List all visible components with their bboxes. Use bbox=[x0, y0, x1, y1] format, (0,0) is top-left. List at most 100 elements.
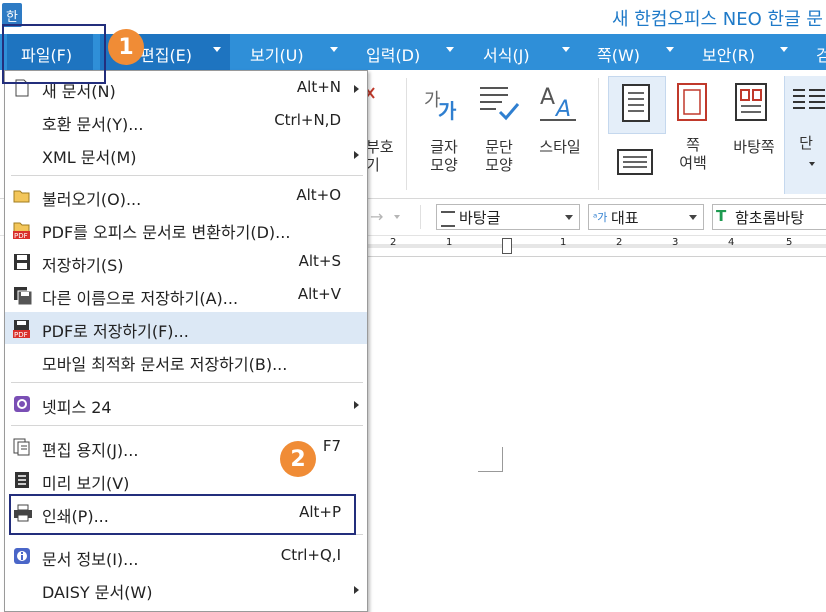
menu-item-label: 미리 보기(V) bbox=[42, 474, 130, 493]
ribbon-divider bbox=[598, 78, 599, 190]
ribbon-background-label[interactable]: 바탕쪽 bbox=[724, 138, 784, 156]
page-corner-mark bbox=[478, 447, 503, 472]
menu-item-netffice[interactable]: 넷피스 24 bbox=[5, 388, 367, 420]
save-pdf-icon: PDF bbox=[13, 319, 31, 339]
svg-text:PDF: PDF bbox=[14, 331, 28, 339]
highlight-box-print bbox=[9, 494, 356, 535]
menu-item-shortcut: Alt+S bbox=[298, 252, 341, 270]
menu-item-xml[interactable]: XML 문서(M) bbox=[5, 138, 367, 170]
menu-item-shortcut: Ctrl+Q,I bbox=[280, 546, 341, 564]
style-combo[interactable]: 바탕글 bbox=[436, 204, 580, 230]
chevron-down-icon[interactable] bbox=[689, 215, 697, 220]
ribbon-page-margin-label[interactable]: 쪽 여백 bbox=[668, 136, 718, 172]
menu-item-save-mobile[interactable]: 모바일 최적화 문서로 저장하기(B)... bbox=[5, 345, 367, 377]
chevron-down-icon[interactable] bbox=[446, 47, 454, 52]
menu-item-save-as[interactable]: 다른 이름으로 저장하기(A)... Alt+V bbox=[5, 279, 367, 311]
char-shape-icon[interactable]: 가가 bbox=[424, 84, 464, 124]
menu-item-label: 다른 이름으로 저장하기(A)... bbox=[42, 289, 239, 308]
menu-separator bbox=[11, 382, 363, 383]
menu-security[interactable]: 보안(R) bbox=[702, 42, 755, 66]
ribbon-style-label[interactable]: 스타일 bbox=[530, 138, 590, 156]
menu-item-daisy[interactable]: DAISY 문서(W) bbox=[5, 573, 367, 605]
step-badge-2: 2 bbox=[280, 441, 316, 477]
menu-item-save[interactable]: 저장하기(S) Alt+S bbox=[5, 246, 367, 278]
chevron-down-icon[interactable] bbox=[213, 47, 221, 52]
menu-item-label: DAISY 문서(W) bbox=[42, 583, 153, 602]
svg-text:PDF: PDF bbox=[14, 232, 28, 240]
ribbon-para-shape-label[interactable]: 문단 모양 bbox=[476, 138, 522, 174]
ribbon-divider bbox=[406, 78, 407, 190]
save-as-icon bbox=[13, 286, 33, 306]
chevron-down-icon[interactable] bbox=[330, 47, 338, 52]
style-icon[interactable]: AA bbox=[538, 82, 580, 124]
chevron-down-icon[interactable] bbox=[666, 47, 674, 52]
menu-item-compat[interactable]: 호환 문서(Y)... Ctrl+N,D bbox=[5, 105, 367, 137]
chevron-right-icon bbox=[354, 401, 359, 409]
page-margin-icon[interactable] bbox=[674, 82, 712, 122]
save-icon bbox=[13, 253, 31, 271]
chevron-down-icon[interactable] bbox=[780, 47, 788, 52]
chevron-right-icon bbox=[354, 151, 359, 159]
ruler-mark: 1 bbox=[560, 237, 567, 248]
menu-item-doc-info[interactable]: 문서 정보(I)... Ctrl+Q,I bbox=[5, 540, 367, 572]
chevron-down-icon[interactable] bbox=[565, 215, 573, 220]
menu-item-label: 호환 문서(Y)... bbox=[42, 115, 144, 134]
chevron-down-icon[interactable] bbox=[394, 215, 400, 219]
chevron-down-icon[interactable] bbox=[562, 47, 570, 52]
ruler[interactable]: 2 1 1 2 3 4 5 bbox=[368, 236, 826, 257]
menu-item-shortcut: Alt+N bbox=[296, 78, 341, 96]
menu-input[interactable]: 입력(D) bbox=[366, 42, 420, 66]
toolbar-divider bbox=[420, 205, 421, 229]
chevron-down-icon bbox=[809, 162, 815, 166]
column-button[interactable]: 단 bbox=[784, 76, 826, 194]
menu-format[interactable]: 서식(J) bbox=[483, 42, 530, 66]
document-canvas[interactable] bbox=[368, 257, 826, 612]
menu-more[interactable]: 검 bbox=[816, 42, 826, 66]
font-combo[interactable]: T 함초롬바탕 bbox=[712, 204, 826, 230]
ruler-mark: 5 bbox=[786, 237, 793, 248]
paragraph-style-icon bbox=[441, 211, 455, 227]
ruler-mark: 3 bbox=[672, 237, 679, 248]
redo-icon[interactable]: → bbox=[370, 207, 383, 226]
menu-item-save-pdf[interactable]: PDF PDF로 저장하기(F)... bbox=[5, 312, 367, 344]
menu-item-label: 편집 용지(J)... bbox=[42, 441, 139, 460]
language-combo-value: 대표 bbox=[611, 209, 639, 227]
menu-edit-label: 편집(E) bbox=[140, 46, 193, 65]
menu-item-label: XML 문서(M) bbox=[42, 148, 137, 167]
menu-item-shortcut: Ctrl+N,D bbox=[274, 111, 341, 129]
page-layout-button[interactable] bbox=[608, 76, 666, 134]
chevron-right-icon bbox=[354, 85, 359, 93]
page-setup-icon bbox=[13, 438, 31, 456]
window-title: 새 한컴오피스 NEO 한글 문 bbox=[612, 9, 823, 30]
indent-marker[interactable] bbox=[502, 238, 512, 254]
menu-item-label: 넷피스 24 bbox=[42, 398, 112, 417]
ruler-mark: 2 bbox=[616, 237, 623, 248]
para-shape-icon[interactable] bbox=[478, 84, 520, 124]
menu-view[interactable]: 보기(U) bbox=[250, 42, 304, 66]
svg-text:A: A bbox=[554, 97, 571, 122]
menu-item-label: 저장하기(S) bbox=[42, 256, 124, 275]
font-combo-value: 함초롬바탕 bbox=[735, 209, 805, 227]
menu-item-shortcut: Alt+O bbox=[296, 186, 341, 204]
menu-page[interactable]: 쪽(W) bbox=[597, 42, 640, 66]
menu-item-open[interactable]: 불러오기(O)... Alt+O bbox=[5, 180, 367, 212]
highlight-box-file bbox=[2, 24, 106, 84]
svg-text:A: A bbox=[540, 85, 555, 110]
font-icon: T bbox=[716, 207, 727, 225]
ribbon-symbol-label[interactable]: 부호 기 bbox=[366, 138, 396, 174]
folder-open-icon bbox=[13, 187, 31, 205]
svg-text:가: 가 bbox=[438, 99, 457, 123]
info-icon bbox=[13, 547, 31, 565]
preview-icon bbox=[13, 471, 31, 489]
style-combo-value: 바탕글 bbox=[459, 209, 501, 227]
page-landscape-icon[interactable] bbox=[616, 144, 656, 178]
background-page-icon[interactable] bbox=[734, 82, 772, 122]
ruler-mark: 2 bbox=[390, 237, 397, 248]
menu-item-label: PDF를 오피스 문서로 변환하기(D)... bbox=[42, 223, 291, 242]
ribbon-char-shape-label[interactable]: 글자 모양 bbox=[422, 138, 466, 174]
language-icon: ᵃ가 bbox=[593, 211, 608, 224]
chevron-right-icon bbox=[354, 586, 359, 594]
menu-item-pdf-convert[interactable]: PDF PDF를 오피스 문서로 변환하기(D)... bbox=[5, 213, 367, 245]
language-combo[interactable]: ᵃ가 대표 bbox=[588, 204, 704, 230]
menu-item-label: 모바일 최적화 문서로 저장하기(B)... bbox=[42, 355, 288, 374]
